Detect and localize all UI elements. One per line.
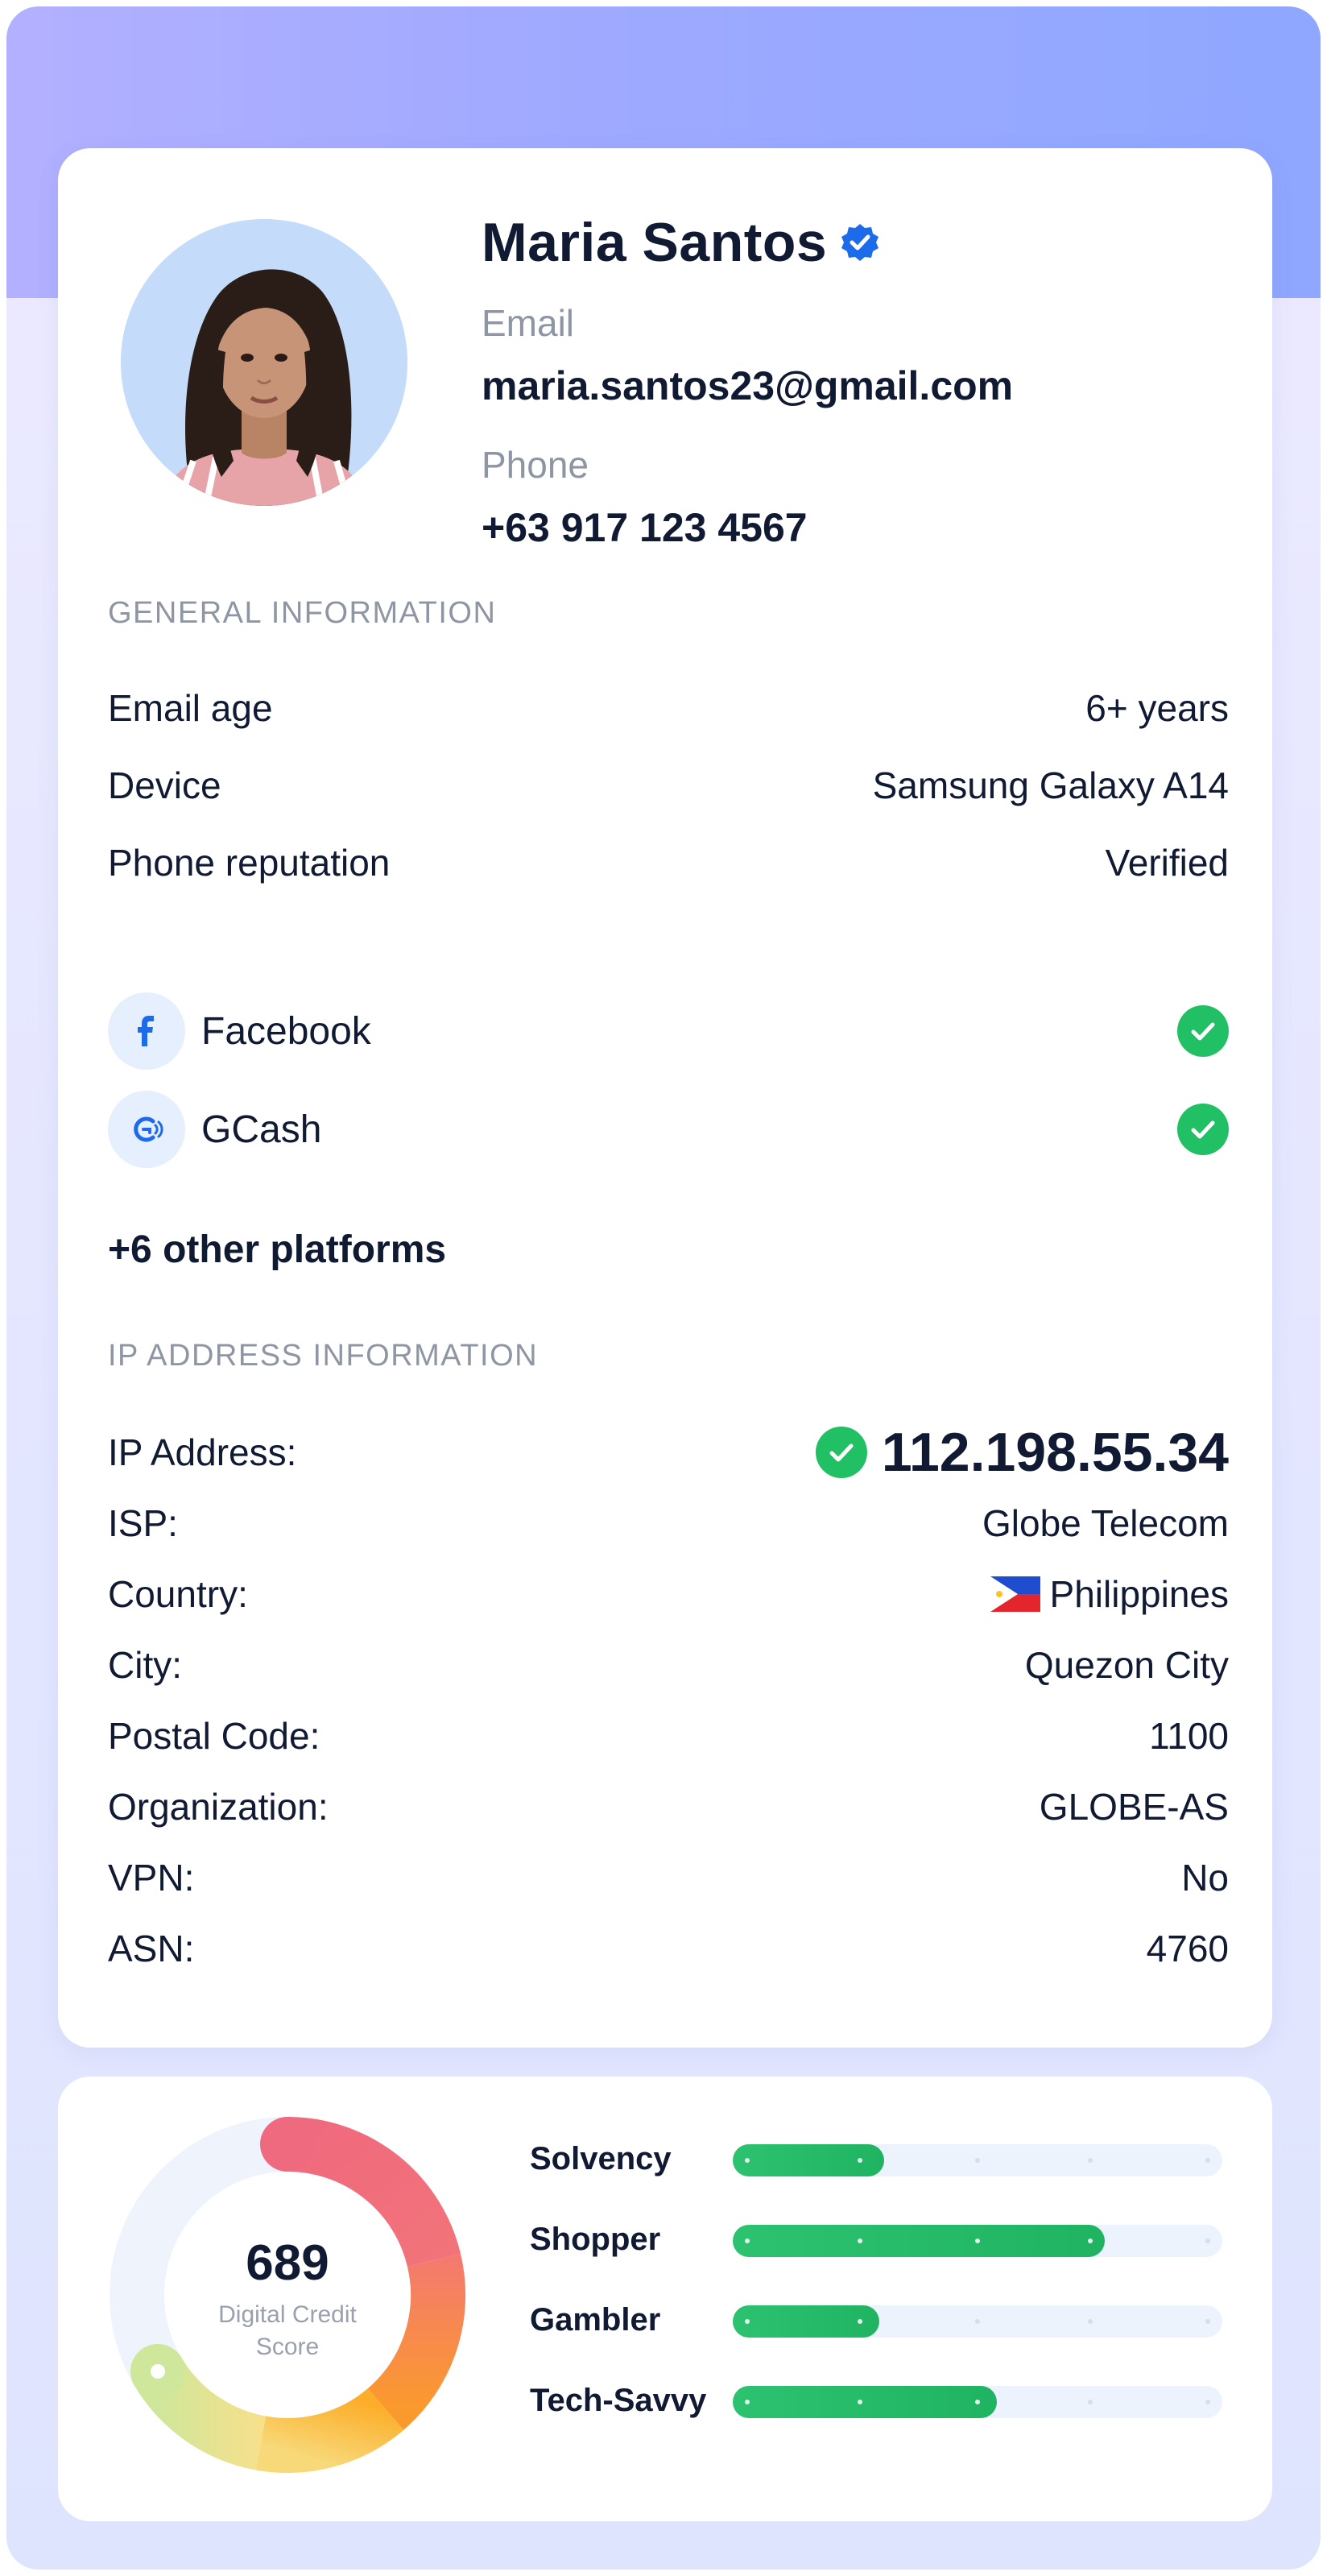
trait-bar-tick bbox=[1205, 2400, 1210, 2404]
ip-label: Country: bbox=[108, 1573, 248, 1615]
trait-bar-fill bbox=[733, 2225, 1105, 2257]
check-circle-icon bbox=[815, 1427, 867, 1478]
ip-value: Quezon City bbox=[1024, 1644, 1229, 1686]
trait-bar-tick bbox=[858, 2319, 862, 2324]
general-info-title: GENERAL INFORMATION bbox=[108, 596, 497, 630]
info-row-email-age: Email age 6+ years bbox=[108, 686, 1229, 730]
trait-bar-tick bbox=[975, 2158, 980, 2163]
trait-bar-tick bbox=[1205, 2238, 1210, 2243]
trait-label-solvency: Solvency bbox=[530, 2141, 672, 2176]
phone-value: +63 917 123 4567 bbox=[482, 505, 808, 550]
ip-row-organization: Organization: GLOBE-AS bbox=[108, 1785, 1229, 1828]
trait-bar-tick bbox=[975, 2319, 980, 2324]
trait-bar-tick bbox=[1088, 2238, 1093, 2243]
score-card: 689 Digital Credit Score Solvency Shoppe… bbox=[58, 2077, 1272, 2521]
info-row-phone-reputation: Phone reputation Verified bbox=[108, 841, 1229, 884]
ip-label: ASN: bbox=[108, 1928, 195, 1969]
trait-bar-tick bbox=[858, 2158, 862, 2163]
platform-facebook[interactable]: Facebook bbox=[108, 992, 1229, 1070]
ip-value: Philippines bbox=[1049, 1573, 1229, 1615]
avatar bbox=[121, 219, 407, 506]
trait-bar-tick bbox=[745, 2238, 750, 2243]
verified-badge-icon bbox=[841, 224, 879, 261]
trait-bar-tick bbox=[1088, 2400, 1093, 2404]
trait-bar-tick bbox=[975, 2400, 980, 2404]
trait-bar-gambler bbox=[733, 2305, 1222, 2338]
ip-label: VPN: bbox=[108, 1857, 195, 1899]
philippines-flag-icon bbox=[990, 1576, 1040, 1612]
ip-address-value: 112.198.55.34 bbox=[881, 1422, 1229, 1483]
trait-bar-tick bbox=[1088, 2319, 1093, 2324]
trait-bar-tick bbox=[1205, 2158, 1210, 2163]
trait-label-gambler: Gambler bbox=[530, 2302, 661, 2338]
info-value: Verified bbox=[1105, 842, 1229, 884]
ip-row-country: Country: Philippines bbox=[108, 1572, 1229, 1616]
ip-row-address: IP Address: 112.198.55.34 bbox=[108, 1421, 1229, 1484]
ip-label: ISP: bbox=[108, 1502, 178, 1544]
ip-row-vpn: VPN: No bbox=[108, 1856, 1229, 1899]
info-value: 6+ years bbox=[1085, 687, 1229, 729]
trait-bar-tech-savvy bbox=[733, 2386, 1222, 2418]
ip-row-asn: ASN: 4760 bbox=[108, 1927, 1229, 1970]
check-circle-icon bbox=[1177, 1104, 1229, 1155]
trait-label-tech-savvy: Tech-Savvy bbox=[530, 2383, 707, 2418]
trait-bar-solvency bbox=[733, 2144, 1222, 2176]
trait-bar-tick bbox=[975, 2238, 980, 2243]
credit-score-value: 689 bbox=[246, 2235, 329, 2291]
facebook-icon bbox=[108, 992, 185, 1070]
name-row: Maria Santos bbox=[482, 211, 880, 274]
ip-row-isp: ISP: Globe Telecom bbox=[108, 1501, 1229, 1545]
trait-bar-fill bbox=[733, 2386, 997, 2418]
page-background: Maria Santos Email maria.santos23@gmail.… bbox=[6, 6, 1321, 2570]
email-value: maria.santos23@gmail.com bbox=[482, 363, 1014, 408]
credit-score-gauge bbox=[110, 2117, 466, 2473]
platform-name: Facebook bbox=[201, 1009, 371, 1053]
gcash-icon bbox=[108, 1091, 185, 1168]
ip-value: No bbox=[1181, 1857, 1229, 1899]
info-label: Email age bbox=[108, 687, 273, 729]
check-circle-icon bbox=[1177, 1005, 1229, 1057]
profile-name: Maria Santos bbox=[482, 212, 828, 273]
phone-label: Phone bbox=[482, 444, 589, 486]
ip-row-postal-code: Postal Code: 1100 bbox=[108, 1714, 1229, 1758]
info-row-device: Device Samsung Galaxy A14 bbox=[108, 764, 1229, 807]
ip-value: 1100 bbox=[1149, 1715, 1229, 1757]
email-label: Email bbox=[482, 302, 575, 344]
ip-value: 4760 bbox=[1146, 1928, 1229, 1969]
platform-gcash[interactable]: GCash bbox=[108, 1091, 1229, 1168]
trait-bar-shopper bbox=[733, 2225, 1222, 2257]
more-platforms-link[interactable]: +6 other platforms bbox=[108, 1228, 446, 1272]
info-label: Phone reputation bbox=[108, 842, 391, 884]
trait-bar-tick bbox=[745, 2400, 750, 2404]
info-value: Samsung Galaxy A14 bbox=[872, 764, 1229, 806]
ip-label: Organization: bbox=[108, 1786, 329, 1828]
ip-row-city: City: Quezon City bbox=[108, 1643, 1229, 1687]
trait-bar-tick bbox=[858, 2400, 862, 2404]
trait-bar-tick bbox=[1205, 2319, 1210, 2324]
credit-score-label: Digital Credit Score bbox=[218, 2301, 357, 2360]
trait-bar-tick bbox=[1088, 2158, 1093, 2163]
trait-bar-tick bbox=[745, 2319, 750, 2324]
ip-label: IP Address: bbox=[108, 1431, 297, 1473]
trait-bar-tick bbox=[858, 2238, 862, 2243]
ip-info-title: IP ADDRESS INFORMATION bbox=[108, 1339, 539, 1373]
trait-bar-tick bbox=[745, 2158, 750, 2163]
trait-label-shopper: Shopper bbox=[530, 2222, 661, 2257]
ip-value: Globe Telecom bbox=[982, 1502, 1229, 1544]
info-label: Device bbox=[108, 764, 221, 806]
ip-label: City: bbox=[108, 1644, 182, 1686]
ip-label: Postal Code: bbox=[108, 1715, 320, 1757]
profile-card: Maria Santos Email maria.santos23@gmail.… bbox=[58, 148, 1272, 2048]
ip-value: GLOBE-AS bbox=[1039, 1786, 1229, 1828]
platform-name: GCash bbox=[201, 1108, 322, 1151]
